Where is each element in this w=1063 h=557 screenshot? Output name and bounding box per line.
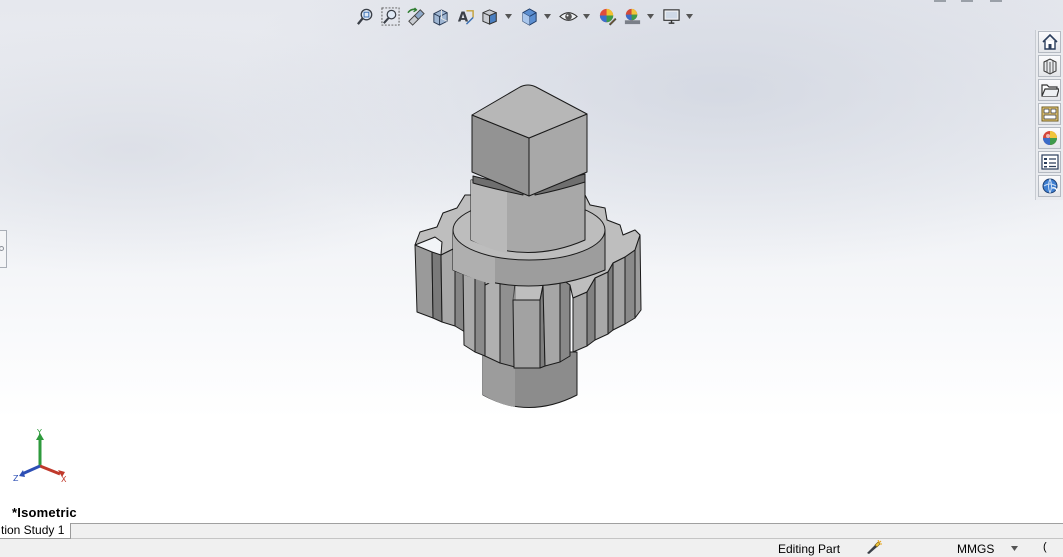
edit-appearance-icon[interactable] [596,5,618,27]
section-view-icon[interactable] [429,5,451,27]
hide-show-items-icon[interactable] [557,5,579,27]
design-library-icon[interactable] [1038,55,1061,77]
appearances-scenes-icon[interactable] [1038,127,1061,149]
zoom-to-area-icon[interactable] [379,5,401,27]
editing-status: Editing Part [778,542,841,556]
file-explorer-icon[interactable] [1038,79,1061,101]
solidworks-resources-icon[interactable] [1038,31,1061,53]
solidworks-forum-icon[interactable] [1038,175,1061,197]
display-style-icon[interactable] [518,5,540,27]
triad-y-label: Y [36,428,42,437]
zoom-to-fit-icon[interactable] [354,5,376,27]
apply-scene-dropdown[interactable] [646,5,655,27]
previous-view-icon[interactable] [404,5,426,27]
tab-motion-study[interactable]: tion Study 1 [0,523,72,539]
part-model-pinion-shaft[interactable] [395,80,655,420]
display-style-dropdown[interactable] [543,5,552,27]
heads-up-view-toolbar: A [354,5,699,27]
triad-z-label: Z [13,474,19,483]
view-settings-dropdown[interactable] [685,5,694,27]
task-pane [1035,30,1063,200]
unit-system[interactable]: MMGS [957,542,994,556]
reference-triad: Y X Z [13,428,67,484]
hide-show-items-dropdown[interactable] [582,5,591,27]
custom-properties-icon[interactable] [1038,151,1061,173]
graphics-area[interactable]: A Y X Z *Isometric [0,0,1063,523]
rebuild-icon[interactable] [866,540,882,554]
featuremanager-collapse-handle[interactable] [0,230,7,268]
document-tab-bar: tion Study 1 [0,523,1063,539]
unit-system-dropdown-icon[interactable] [1011,546,1018,551]
dynamic-annotation-views-icon[interactable]: A [454,5,476,27]
status-bar: Editing Part MMGS ( [0,539,1063,557]
view-settings-icon[interactable] [660,5,682,27]
window-control[interactable] [934,0,946,2]
apply-scene-icon[interactable] [621,5,643,27]
status-extra: ( [1043,541,1047,553]
view-palette-icon[interactable] [1038,103,1061,125]
window-control[interactable] [990,0,1002,2]
view-orientation-label: *Isometric [12,505,77,520]
window-control[interactable] [961,0,973,2]
view-orientation-dropdown[interactable] [504,5,513,27]
view-orientation-icon[interactable] [479,5,501,27]
triad-x-label: X [61,475,67,484]
